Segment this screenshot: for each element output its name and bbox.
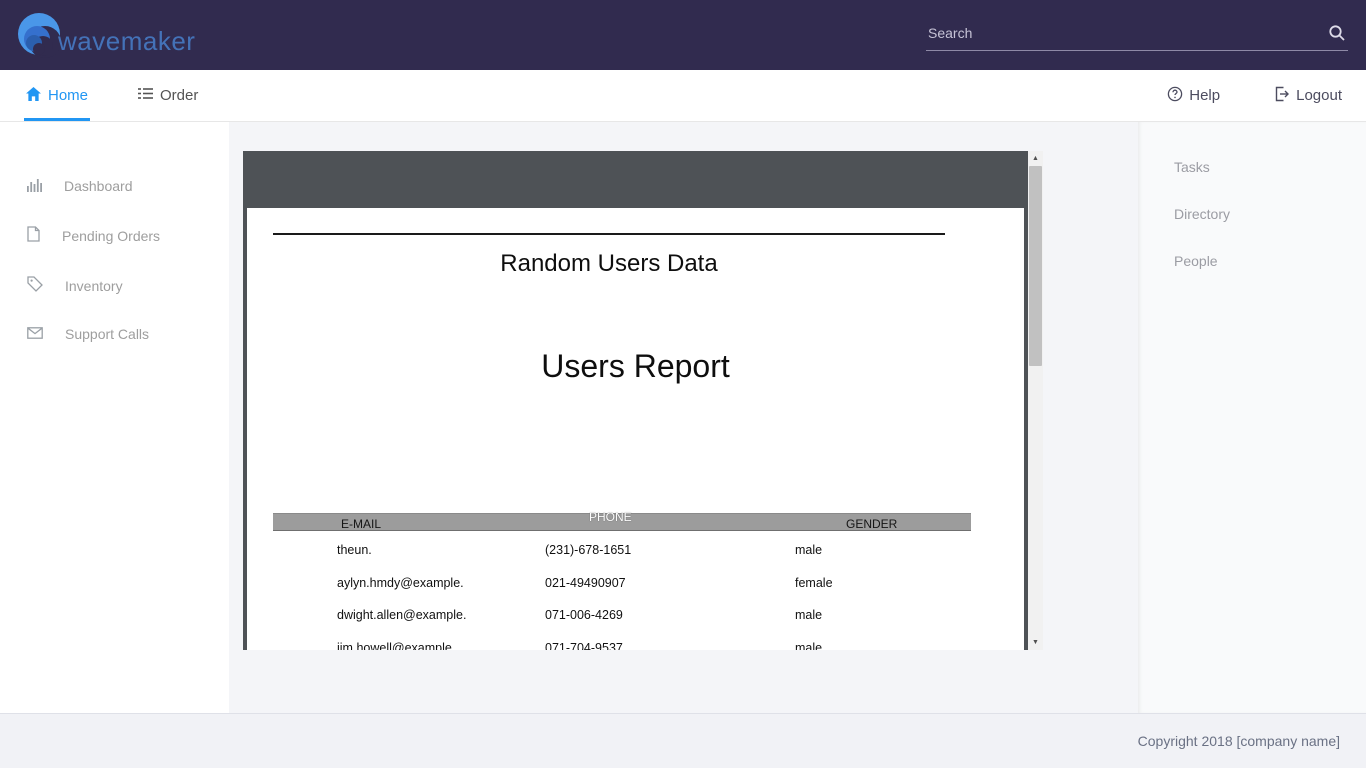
page-footer: Copyright 2018 [company name] (0, 713, 1366, 768)
tab-home-label: Home (48, 87, 88, 104)
search-bar (926, 20, 1348, 51)
main-content: Random Users Data Users Report E-MAIL PH… (229, 122, 1138, 713)
file-icon (27, 226, 40, 245)
logout-link[interactable]: Logout (1274, 86, 1342, 106)
help-link[interactable]: Help (1167, 86, 1220, 106)
column-header-gender: GENDER (846, 517, 897, 531)
envelope-icon (27, 326, 43, 342)
tab-order-label: Order (160, 87, 198, 104)
cell-phone: 071-006-4269 (545, 608, 623, 622)
pdf-table-header: E-MAIL PHONE GENDER (273, 513, 971, 531)
pdf-title: Random Users Data (273, 250, 945, 278)
right-panel-item-directory[interactable]: Directory (1138, 195, 1366, 233)
main-nav: Home Order Help (0, 70, 1366, 122)
pdf-subtitle: Users Report (247, 348, 1024, 385)
home-icon (26, 87, 41, 105)
column-header-phone: PHONE (589, 510, 632, 524)
right-panel-item-tasks[interactable]: Tasks (1138, 148, 1366, 186)
right-sidebar: Tasks Directory People (1138, 122, 1366, 713)
sidebar-item-label: Inventory (65, 278, 123, 294)
copyright-text: Copyright 2018 [company name] (1138, 733, 1340, 749)
pdf-page: Random Users Data Users Report E-MAIL PH… (247, 208, 1024, 650)
pdf-viewer: Random Users Data Users Report E-MAIL PH… (243, 151, 1043, 650)
sidebar-item-dashboard[interactable]: Dashboard (0, 166, 229, 206)
bar-chart-icon (27, 177, 42, 195)
tab-home[interactable]: Home (24, 70, 90, 121)
tab-order[interactable]: Order (136, 70, 200, 121)
sidebar-item-label: Dashboard (64, 178, 133, 194)
cell-email: dwight.allen@example. (337, 608, 466, 622)
app-header: wavemaker (0, 0, 1366, 70)
scrollbar-thumb[interactable] (1029, 166, 1042, 366)
logout-label: Logout (1296, 87, 1342, 104)
scroll-down-arrow-icon[interactable]: ▼ (1028, 635, 1043, 650)
content-row: Dashboard Pending Orders Inventory (0, 122, 1366, 713)
column-header-email: E-MAIL (341, 517, 381, 531)
cell-gender: male (795, 641, 822, 650)
logout-icon (1274, 86, 1290, 106)
tag-icon (27, 276, 43, 295)
help-icon (1167, 86, 1183, 106)
list-icon (138, 87, 153, 104)
cell-gender: male (795, 608, 822, 622)
right-panel-item-people[interactable]: People (1138, 242, 1366, 280)
cell-email: jim.howell@example. (337, 641, 455, 650)
sidebar-item-label: Pending Orders (62, 228, 160, 244)
left-sidebar: Dashboard Pending Orders Inventory (0, 122, 229, 713)
sidebar-item-inventory[interactable]: Inventory (0, 265, 229, 306)
brand-logo[interactable]: wavemaker (14, 9, 195, 61)
help-label: Help (1189, 87, 1220, 104)
sidebar-item-pending-orders[interactable]: Pending Orders (0, 215, 229, 256)
cell-gender: female (795, 576, 833, 590)
sidebar-item-support-calls[interactable]: Support Calls (0, 315, 229, 353)
search-input[interactable] (928, 25, 1328, 41)
sidebar-item-label: Support Calls (65, 326, 149, 342)
pdf-canvas: Random Users Data Users Report E-MAIL PH… (243, 151, 1028, 650)
cell-email: theun. (337, 543, 372, 557)
cell-email: aylyn.hmdy@example. (337, 576, 464, 590)
pdf-scrollbar[interactable]: ▲ ▼ (1028, 151, 1043, 650)
pdf-horizontal-rule (273, 233, 945, 235)
scroll-up-arrow-icon[interactable]: ▲ (1028, 151, 1043, 166)
cell-gender: male (795, 543, 822, 557)
cell-phone: 021-49490907 (545, 576, 626, 590)
brand-name: wavemaker (58, 26, 195, 57)
cell-phone: (231)-678-1651 (545, 543, 631, 557)
search-icon[interactable] (1328, 24, 1346, 42)
cell-phone: 071-704-9537 (545, 641, 623, 650)
